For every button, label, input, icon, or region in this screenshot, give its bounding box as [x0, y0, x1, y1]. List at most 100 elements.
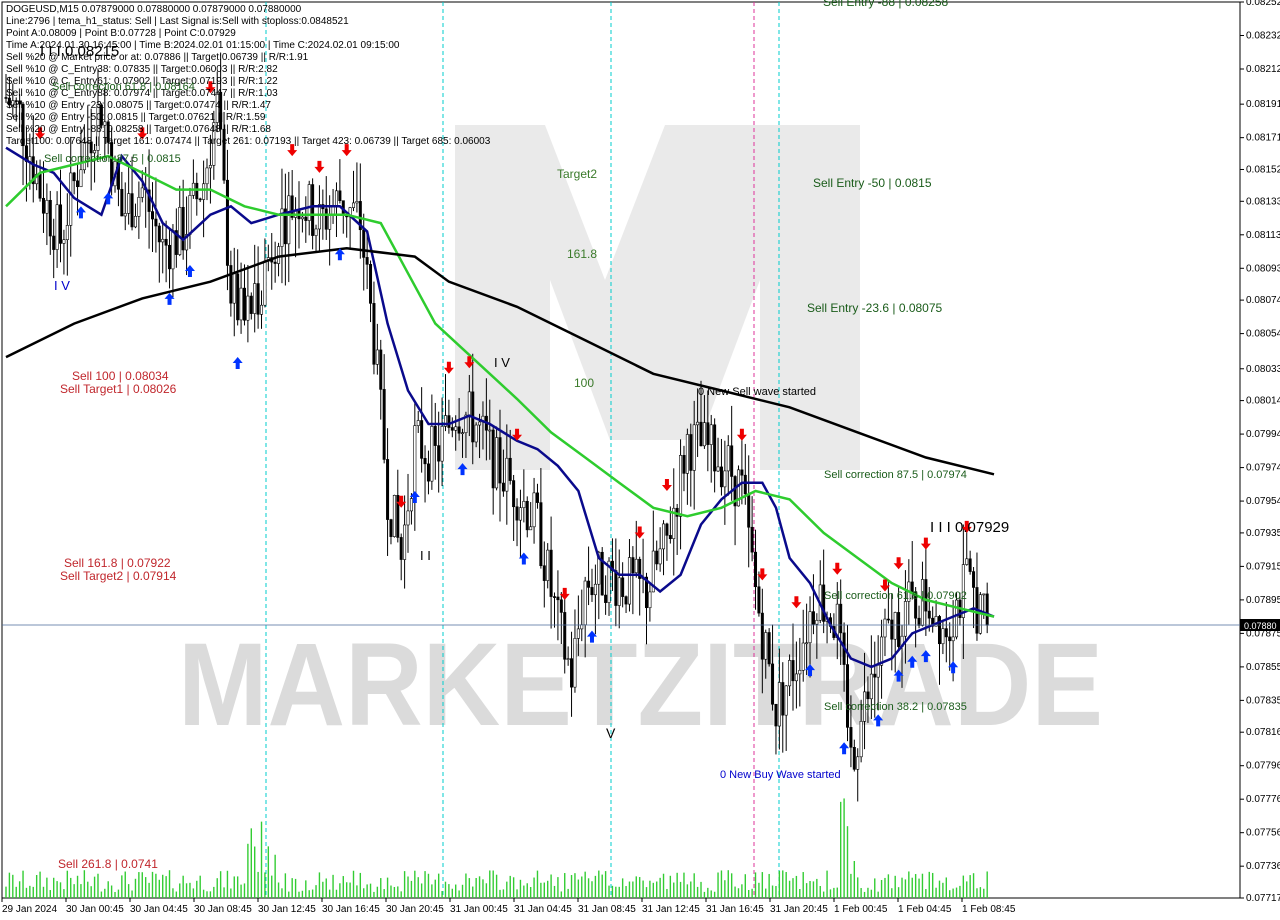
x-tick-label: 30 Jan 08:45 — [194, 904, 252, 915]
candle-body — [696, 421, 700, 426]
candle-body — [815, 619, 819, 625]
info-line: Point A:0.08009 | Point B:0.07728 | Poin… — [6, 28, 236, 39]
candle-body — [730, 445, 734, 477]
candle-body — [277, 246, 281, 264]
candle-body — [505, 457, 509, 492]
candle-body — [392, 495, 396, 537]
candle-body — [549, 549, 553, 597]
candle-body — [869, 673, 873, 700]
candle-body — [685, 434, 689, 474]
candle-body — [287, 195, 291, 245]
candle-body — [249, 295, 253, 314]
y-tick-label: 0.07954 — [1246, 496, 1280, 507]
candle-body — [679, 455, 683, 517]
candle-body — [328, 214, 332, 230]
candle-body — [665, 523, 669, 536]
candle-body — [798, 669, 802, 675]
candle-body — [583, 580, 587, 626]
candle-body — [399, 537, 403, 560]
candle-body — [437, 445, 441, 462]
y-tick-label: 0.08133 — [1246, 196, 1280, 207]
candle-body — [781, 682, 785, 716]
annotation-label: Sell correction 61.8 | 0.07902 — [824, 590, 967, 602]
candle-body — [951, 636, 955, 642]
candle-body — [171, 230, 175, 270]
annotation-label: Sell 100 | 0.08034 — [72, 369, 169, 383]
candle-body — [726, 445, 730, 472]
annotation-label: 0 New Buy Wave started — [720, 769, 841, 781]
candle-body — [62, 239, 66, 244]
candle-body — [542, 565, 546, 581]
candle-body — [168, 244, 172, 270]
candle-body — [72, 172, 76, 182]
x-tick-label: 30 Jan 04:45 — [130, 904, 188, 915]
y-tick-label: 0.07776 — [1246, 794, 1280, 805]
candle-body — [702, 422, 706, 447]
candle-body — [948, 636, 952, 642]
info-line: DOGEUSD,M15 0.07879000 0.07880000 0.0787… — [6, 4, 302, 15]
candle-body — [546, 549, 550, 581]
candle-body — [133, 216, 137, 228]
candle-body — [498, 437, 502, 484]
candle-body — [771, 663, 775, 705]
candle-body — [76, 180, 80, 188]
info-line: Sell %20 @ Entry -50: 0.0815 || Target:0… — [6, 112, 266, 123]
candle-body — [396, 495, 400, 538]
candle-body — [627, 557, 631, 605]
candle-body — [157, 225, 161, 243]
candle-body — [692, 424, 696, 471]
candle-body — [846, 664, 850, 728]
candle-body — [430, 426, 434, 482]
candle-body — [164, 238, 168, 246]
annotation-label: I I I 0.08215 — [40, 43, 119, 60]
candle-body — [750, 526, 754, 553]
candle-body — [566, 658, 570, 660]
candle-body — [150, 211, 154, 220]
candle-body — [225, 179, 229, 266]
candle-body — [48, 199, 52, 237]
candle-body — [917, 617, 921, 626]
candle-body — [369, 264, 373, 304]
y-tick-label: 0.07935 — [1246, 528, 1280, 539]
candle-body — [202, 183, 206, 200]
x-tick-label: 31 Jan 00:45 — [450, 904, 508, 915]
y-tick-label: 0.07974 — [1246, 463, 1280, 474]
candle-body — [273, 261, 277, 264]
candle-body — [205, 167, 209, 185]
candle-body — [794, 673, 798, 682]
annotation-label: Sell Target1 | 0.08026 — [60, 382, 177, 396]
candle-body — [45, 199, 49, 214]
watermark-logo — [455, 125, 860, 470]
candle-body — [893, 612, 897, 640]
candle-body — [314, 228, 318, 236]
y-tick-label: 0.07875 — [1246, 628, 1280, 639]
candle-body — [743, 474, 747, 495]
candle-body — [784, 685, 788, 716]
y-tick-label: 0.08033 — [1246, 364, 1280, 375]
y-tick-label: 0.08074 — [1246, 295, 1280, 306]
info-line: Sell %20 @ Entry -88: 0.08258 || Target:… — [6, 124, 271, 135]
candle-body — [556, 596, 560, 601]
candle-body — [423, 458, 427, 465]
candle-body — [198, 198, 202, 201]
candle-body — [764, 632, 768, 660]
candle-body — [972, 571, 976, 588]
candle-body — [79, 169, 83, 188]
candle-body — [120, 188, 124, 217]
y-tick-label: 0.08014 — [1246, 396, 1280, 407]
candle-body — [849, 727, 853, 748]
candle-body — [478, 421, 482, 426]
candle-body — [563, 612, 567, 660]
candle-body — [420, 420, 424, 459]
candle-body — [839, 603, 843, 634]
candle-body — [123, 213, 127, 217]
annotation-label: Sell correction 38.2 | 0.07835 — [824, 701, 967, 713]
y-tick-label: 0.08113 — [1246, 230, 1280, 241]
y-tick-label: 0.07756 — [1246, 828, 1280, 839]
candle-body — [386, 459, 390, 520]
candle-body — [747, 493, 751, 528]
candle-body — [539, 502, 543, 567]
candle-body — [253, 283, 257, 314]
x-tick-label: 29 Jan 2024 — [2, 904, 57, 915]
annotation-label: Sell Entry -23.6 | 0.08075 — [807, 301, 943, 315]
